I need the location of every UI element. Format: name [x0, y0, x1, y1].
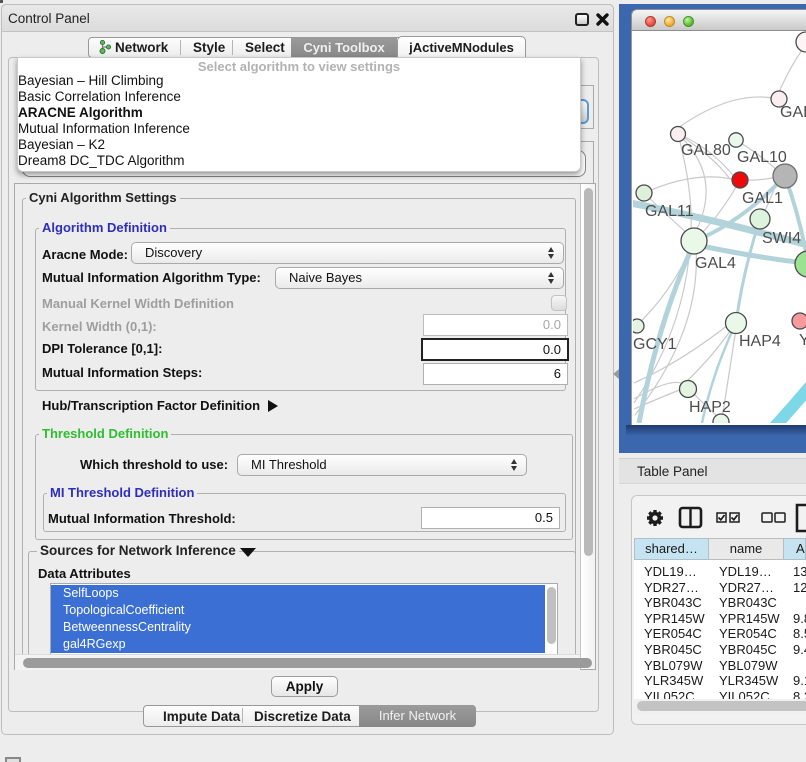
svg-text:GAL7: GAL7 — [780, 104, 806, 121]
svg-text:GAL11: GAL11 — [645, 203, 694, 220]
svg-text:GAL4: GAL4 — [695, 255, 736, 272]
svg-text:GAL1: GAL1 — [742, 190, 783, 207]
svg-text:SWI4: SWI4 — [762, 230, 801, 247]
svg-text:GAL80: GAL80 — [681, 142, 731, 159]
svg-text:GAL10: GAL10 — [737, 149, 787, 166]
svg-text:YJ: YJ — [799, 332, 806, 349]
svg-text:GCY1: GCY1 — [633, 336, 677, 353]
svg-text:HAP2: HAP2 — [689, 399, 731, 416]
svg-text:HAP4: HAP4 — [739, 333, 781, 350]
